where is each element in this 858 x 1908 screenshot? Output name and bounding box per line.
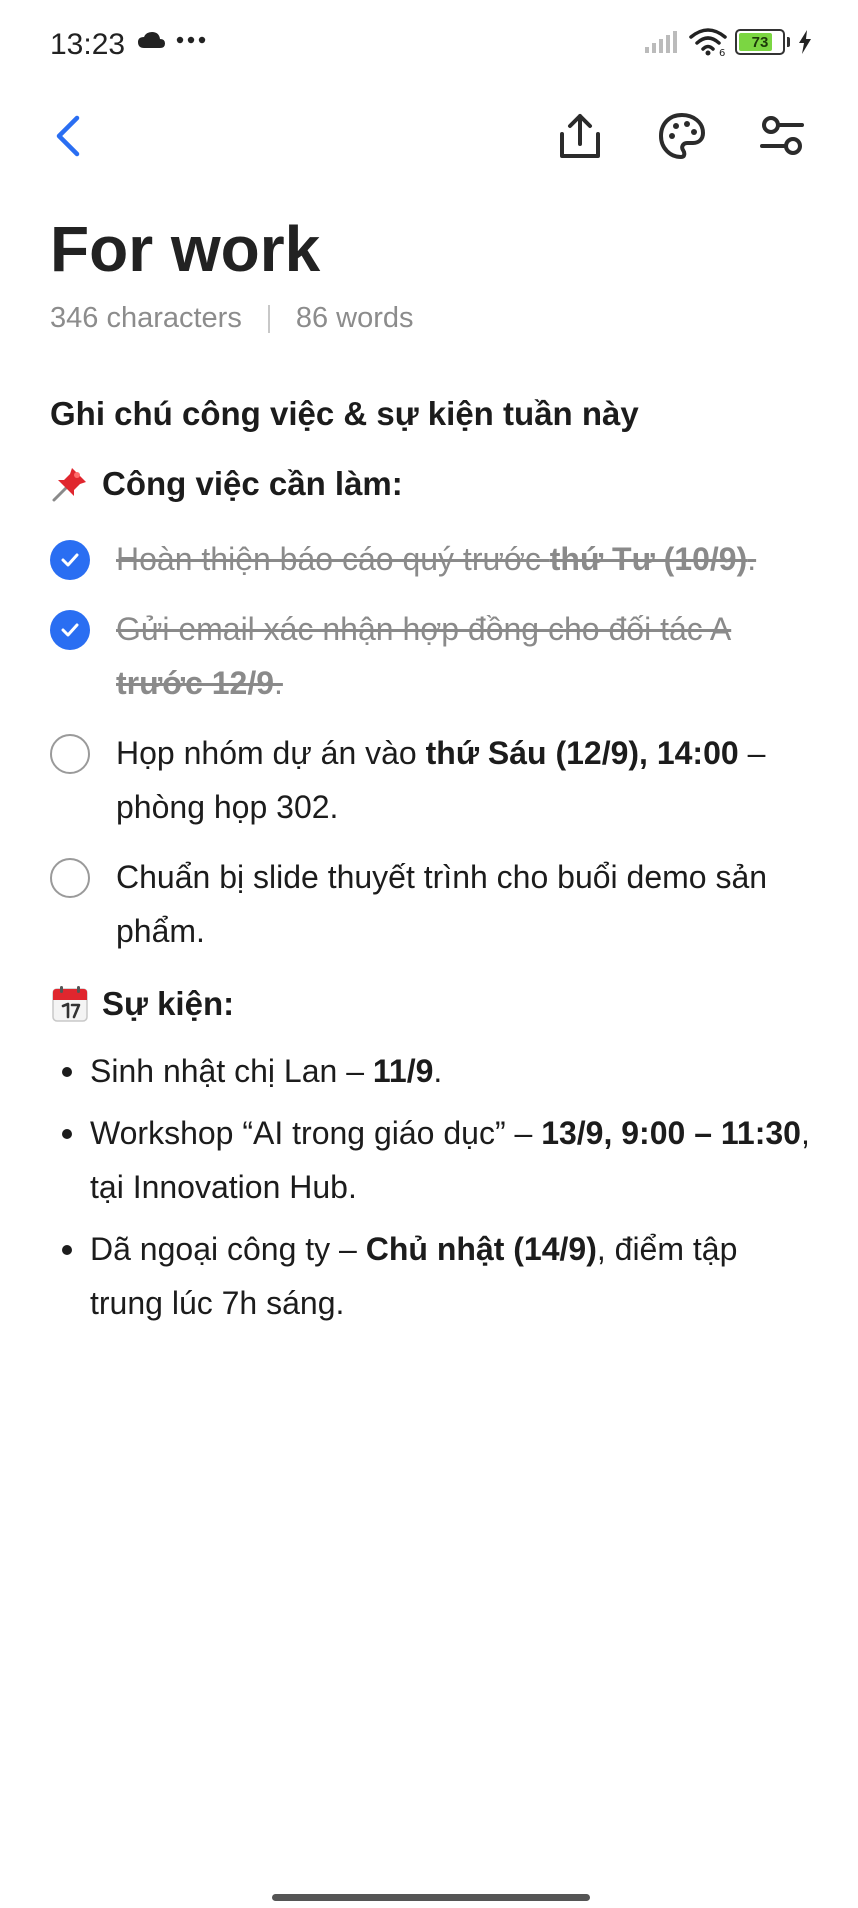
note-body[interactable]: Ghi chú công việc & sự kiện tuần này Côn… <box>50 388 810 1330</box>
battery-level: 73 <box>751 33 769 51</box>
task-checkbox[interactable] <box>50 540 90 580</box>
palette-icon <box>659 113 705 159</box>
list-item: Workshop “AI trong giáo dục” – 13/9, 9:0… <box>50 1106 810 1214</box>
calendar-icon <box>52 986 88 1022</box>
task-text: Họp nhóm dự án vào <box>116 735 426 771</box>
cloud-icon <box>138 32 165 48</box>
event-text: Workshop “AI trong giáo dục” – <box>90 1115 542 1151</box>
task-text-bold: thứ Tư (10/9) <box>549 541 748 577</box>
task-text-bold: thứ Sáu (12/9), 14:00 <box>425 735 739 771</box>
svg-text:6: 6 <box>719 48 725 56</box>
status-bar: 13:23 6 73 <box>0 0 858 92</box>
list-item: Sinh nhật chị Lan – 11/9. <box>50 1044 810 1098</box>
task-checkbox[interactable] <box>50 858 90 898</box>
battery-icon: 73 <box>735 29 785 55</box>
task-item: Gửi email xác nhận hợp đồng cho đối tác … <box>50 602 810 710</box>
task-item: Chuẩn bị slide thuyết trình cho buổi dem… <box>50 850 810 958</box>
more-dots-icon <box>176 36 206 44</box>
task-text: Hoàn thiện báo cáo quý trước <box>116 541 550 577</box>
home-indicator[interactable] <box>272 1894 590 1901</box>
share-button[interactable] <box>550 106 610 166</box>
tasks-section-heading: Công việc cần làm: <box>50 458 810 510</box>
event-text-bold: Chủ nhật (14/9) <box>365 1231 597 1267</box>
pushpin-icon <box>52 468 86 502</box>
character-count: 346 characters <box>50 302 242 334</box>
task-checkbox[interactable] <box>50 734 90 774</box>
event-text: Sinh nhật chị Lan – <box>90 1053 373 1089</box>
task-text-end: . <box>747 541 757 577</box>
events-section-heading: Sự kiện: <box>50 978 810 1030</box>
settings-sliders-icon <box>760 116 804 155</box>
signal-icon <box>645 31 677 53</box>
note-stats: 346 characters 86 words <box>50 302 414 335</box>
note-title[interactable]: For work <box>50 212 320 286</box>
task-text: Gửi email xác nhận hợp đồng cho đối tác … <box>116 611 732 647</box>
event-text: Dã ngoại công ty – <box>90 1231 366 1267</box>
charging-bolt-icon <box>799 30 811 54</box>
task-checkbox[interactable] <box>50 610 90 650</box>
settings-button[interactable] <box>752 106 812 166</box>
tasks-heading-text: Công việc cần làm: <box>102 465 403 502</box>
word-count: 86 words <box>295 302 414 334</box>
note-heading: Ghi chú công việc & sự kiện tuần này <box>50 395 639 432</box>
checkmark-icon <box>61 623 79 637</box>
event-text-bold: 13/9, 9:00 – 11:30 <box>541 1115 801 1151</box>
note-toolbar <box>0 92 858 182</box>
task-text-end: . <box>274 665 283 701</box>
back-button[interactable] <box>38 106 98 166</box>
list-item: Dã ngoại công ty – Chủ nhật (14/9), điểm… <box>50 1222 810 1330</box>
status-time: 13:23 <box>50 28 126 61</box>
task-item: Họp nhóm dự án vào thứ Sáu (12/9), 14:00… <box>50 726 810 834</box>
share-icon <box>560 114 600 158</box>
stats-divider <box>267 304 270 333</box>
theme-button[interactable] <box>652 106 712 166</box>
task-text-bold: trước 12/9 <box>116 665 274 701</box>
wifi-icon: 6 <box>689 28 727 56</box>
task-item: Hoàn thiện báo cáo quý trước thứ Tư (10/… <box>50 532 810 586</box>
events-heading-text: Sự kiện: <box>102 985 235 1022</box>
task-text: Chuẩn bị slide thuyết trình cho buổi dem… <box>116 859 768 949</box>
back-chevron-icon <box>56 115 80 157</box>
event-text-bold: 11/9 <box>372 1053 434 1089</box>
checkmark-icon <box>61 553 79 567</box>
event-text-end: . <box>433 1053 443 1089</box>
battery-cap <box>787 37 790 47</box>
